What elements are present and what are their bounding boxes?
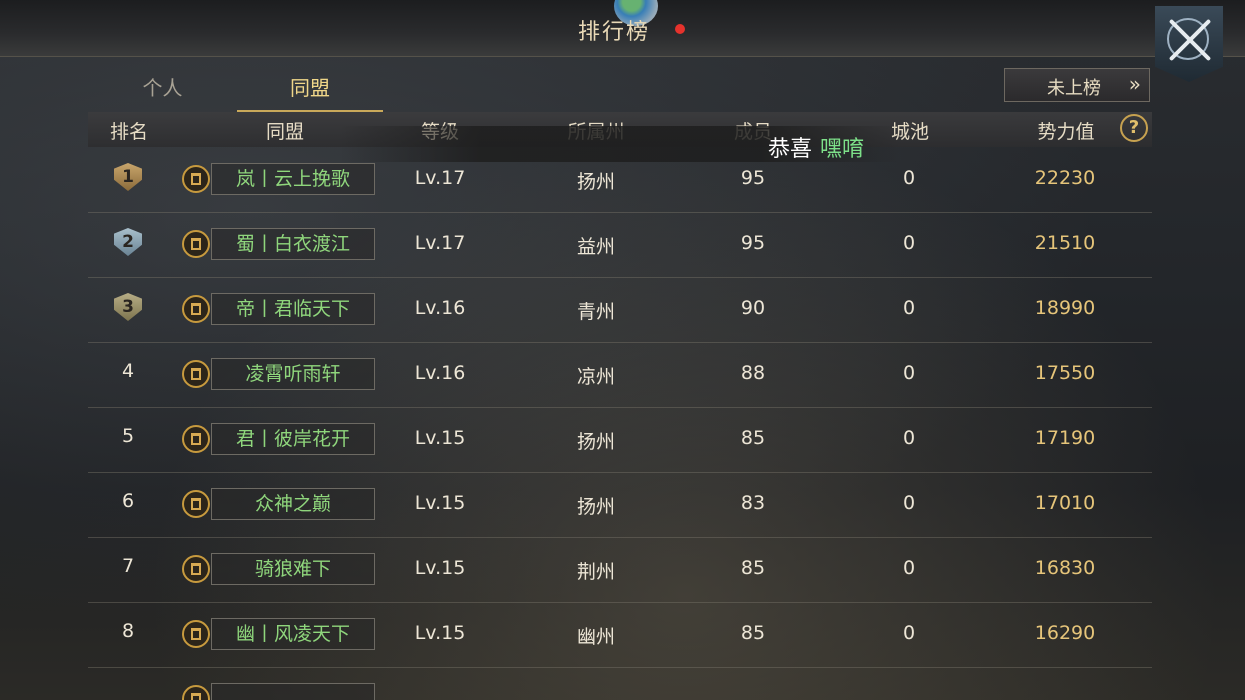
tab-personal[interactable]: 个人 (115, 72, 210, 110)
table-row[interactable]: 1 岚丨云上挽歌 Lv.17 扬州 95 0 22230 (88, 147, 1152, 213)
alliance-level: Lv.17 (414, 232, 466, 254)
column-header-rank: 排名 (109, 121, 149, 143)
tab-alliance[interactable]: 同盟 (237, 72, 383, 112)
alliance-cities: 0 (902, 557, 916, 579)
table-row[interactable]: 2 蜀丨白衣渡江 Lv.17 益州 95 0 21510 (88, 212, 1152, 278)
table-row[interactable]: 6 众神之巅 Lv.15 扬州 83 0 17010 (88, 472, 1152, 538)
alliance-name[interactable]: 骑狼难下 (211, 553, 375, 585)
alliance-cities: 0 (902, 492, 916, 514)
rank-number: 7 (121, 555, 135, 577)
table-row[interactable]: 7 骑狼难下 Lv.15 荆州 85 0 16830 (88, 537, 1152, 603)
alliance-state: 扬州 (576, 496, 616, 518)
alliance-state: 扬州 (576, 171, 616, 193)
alliance-members: 95 (740, 232, 766, 254)
alliance-name[interactable]: 君丨彼岸花开 (211, 423, 375, 455)
alliance-state: 扬州 (576, 431, 616, 453)
alliance-level: Lv.15 (414, 427, 466, 449)
alliance-members: 85 (740, 427, 766, 449)
alliance-power: 17550 (1034, 362, 1096, 384)
alliance-state: 益州 (576, 236, 616, 258)
alliance-power: 16830 (1034, 557, 1096, 579)
alliance-level: Lv.15 (414, 622, 466, 644)
alliance-power: 17190 (1034, 427, 1096, 449)
alliance-name[interactable]: 众神之巅 (211, 488, 375, 520)
alliance-cities: 0 (902, 232, 916, 254)
alliance-power: 17010 (1034, 492, 1096, 514)
alliance-banner-icon (182, 490, 210, 518)
alliance-state: 荆州 (576, 561, 616, 583)
alliance-banner-icon (182, 230, 210, 258)
alliance-power: 16290 (1034, 622, 1096, 644)
page-title: 排行榜 (578, 20, 651, 45)
alliance-level: Lv.16 (414, 362, 466, 384)
table-row[interactable]: 8 幽丨风凌天下 Lv.15 幽州 85 0 16290 (88, 602, 1152, 668)
alliance-name[interactable]: 幽丨风凌天下 (211, 618, 375, 650)
table-row[interactable]: 4 凌霄听雨轩 Lv.16 凉州 88 0 17550 (88, 342, 1152, 408)
alliance-members: 85 (740, 557, 766, 579)
alliance-banner-icon (182, 165, 210, 193)
rank-number: 4 (121, 360, 135, 382)
alliance-banner-icon (182, 425, 210, 453)
alliance-cities: 0 (902, 362, 916, 384)
table-row[interactable]: 5 君丨彼岸花开 Lv.15 扬州 85 0 17190 (88, 407, 1152, 473)
alliance-level: Lv.16 (414, 297, 466, 319)
alliance-banner-icon (182, 360, 210, 388)
alliance-power: 22230 (1034, 167, 1096, 189)
rank-number: 8 (121, 620, 135, 642)
alliance-cities: 0 (902, 297, 916, 319)
alliance-members: 85 (740, 622, 766, 644)
alliance-members: 83 (740, 492, 766, 514)
alliance-level: Lv.15 (414, 557, 466, 579)
close-button[interactable] (1155, 6, 1223, 82)
alliance-level: Lv.17 (414, 167, 466, 189)
notification-dot-icon (675, 24, 685, 34)
ranking-list[interactable]: 1 岚丨云上挽歌 Lv.17 扬州 95 0 22230 2 蜀丨白衣渡江 Lv… (88, 147, 1152, 700)
alliance-state: 凉州 (576, 366, 616, 388)
alliance-power: 21510 (1034, 232, 1096, 254)
alliance-cities: 0 (902, 427, 916, 449)
unranked-label: 未上榜 (1047, 78, 1101, 99)
alliance-members: 95 (740, 167, 766, 189)
table-row[interactable]: 3 帝丨君临天下 Lv.16 青州 90 0 18990 (88, 277, 1152, 343)
alliance-power: 18990 (1034, 297, 1096, 319)
alliance-name[interactable]: 帝丨君临天下 (211, 293, 375, 325)
alliance-members: 88 (740, 362, 766, 384)
alliance-cities: 0 (902, 167, 916, 189)
double-chevron-right-icon: » (1128, 72, 1141, 96)
alliance-banner-icon (182, 295, 210, 323)
column-header-power: 势力值 (1037, 121, 1095, 143)
unranked-button[interactable]: 未上榜 » (1004, 68, 1150, 102)
alliance-level: Lv.15 (414, 492, 466, 514)
alliance-name[interactable]: 凌霄听雨轩 (211, 358, 375, 390)
rank-medal-bronze-icon: 3 (114, 293, 142, 321)
alliance-state: 青州 (576, 301, 616, 323)
alliance-members: 90 (740, 297, 766, 319)
table-row-partial[interactable] (88, 667, 1152, 700)
alliance-name[interactable]: 岚丨云上挽歌 (211, 163, 375, 195)
rank-medal-silver-icon: 2 (114, 228, 142, 256)
alliance-banner-icon (182, 620, 210, 648)
top-bar: 排行榜 (0, 0, 1245, 57)
alliance-name[interactable]: 蜀丨白衣渡江 (211, 228, 375, 260)
help-button[interactable]: ? (1120, 114, 1148, 142)
rank-number: 5 (121, 425, 135, 447)
rank-medal-gold-icon: 1 (114, 163, 142, 191)
alliance-state: 幽州 (576, 626, 616, 648)
alliance-banner-icon (182, 555, 210, 583)
alliance-name-partial[interactable] (211, 683, 375, 700)
column-header-alliance: 同盟 (265, 121, 305, 143)
rank-number: 6 (121, 490, 135, 512)
alliance-cities: 0 (902, 622, 916, 644)
alliance-banner-icon (182, 685, 210, 700)
